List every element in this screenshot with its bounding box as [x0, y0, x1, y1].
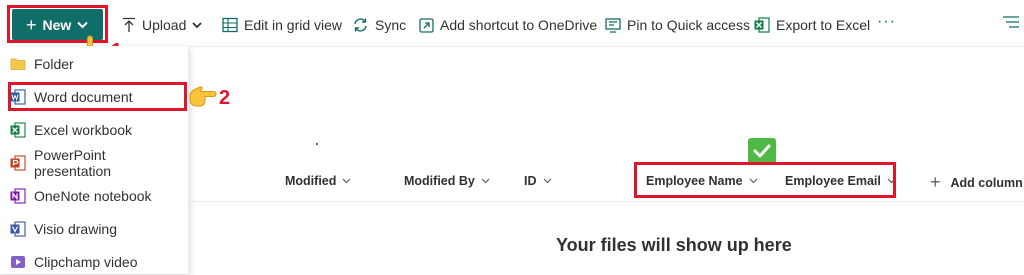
pin-icon	[605, 17, 621, 33]
highlight-word-document	[8, 82, 187, 111]
plus-icon: +	[930, 172, 941, 192]
chevron-down-icon	[481, 178, 490, 184]
menu-item-powerpoint[interactable]: PowerPoint presentation	[10, 147, 182, 179]
add-column-label: Add column	[950, 175, 1023, 190]
grid-icon	[222, 17, 238, 33]
edit-grid-button[interactable]: Edit in grid view	[222, 15, 342, 35]
column-label: ID	[524, 174, 537, 188]
visio-icon	[10, 221, 26, 237]
menu-item-label: OneNote notebook	[34, 188, 152, 204]
add-shortcut-label: Add shortcut to OneDrive	[440, 17, 598, 33]
excel-icon	[754, 17, 770, 33]
folder-icon	[10, 58, 26, 70]
menu-item-onenote[interactable]: OneNote notebook	[10, 183, 182, 209]
shortcut-icon	[419, 17, 434, 33]
column-header-id[interactable]: ID	[524, 172, 552, 190]
upload-icon	[123, 17, 135, 32]
view-options-icon[interactable]	[1003, 16, 1019, 28]
menu-item-clipchamp[interactable]: Clipchamp video	[10, 249, 182, 275]
excel-icon	[10, 122, 26, 138]
step-2-number: 2	[219, 87, 231, 109]
dot-marker	[316, 143, 318, 145]
column-label: Modified	[285, 174, 337, 188]
chevron-down-icon	[192, 21, 203, 28]
menu-item-label: Visio drawing	[34, 221, 118, 237]
menu-item-folder[interactable]: Folder	[10, 51, 182, 77]
edit-grid-label: Edit in grid view	[244, 17, 343, 33]
menu-item-label: Excel workbook	[34, 122, 133, 138]
sync-icon	[354, 18, 367, 32]
new-menu: Folder Word document Excel workbook Powe…	[0, 46, 189, 274]
check-mark-icon	[748, 138, 776, 164]
command-bar: + New Upload Edit in grid view Sync Add …	[0, 0, 1024, 47]
empty-state-title: Your files will show up here	[556, 235, 792, 255]
export-excel-button[interactable]: Export to Excel	[754, 15, 870, 35]
column-header-modified[interactable]: Modified	[285, 172, 351, 190]
add-column-button[interactable]: + Add column	[930, 172, 1023, 193]
header-divider	[190, 201, 1024, 202]
powerpoint-icon	[10, 155, 26, 171]
menu-item-label: Clipchamp video	[34, 254, 138, 270]
menu-item-label: PowerPoint presentation	[34, 147, 112, 179]
add-shortcut-button[interactable]: Add shortcut to OneDrive	[419, 15, 597, 35]
onenote-icon	[10, 188, 26, 204]
pin-quick-access-button[interactable]: Pin to Quick access	[605, 15, 750, 35]
export-label: Export to Excel	[776, 17, 871, 33]
menu-item-visio[interactable]: Visio drawing	[10, 216, 182, 242]
clipchamp-icon	[11, 256, 25, 268]
more-options-icon[interactable]: ···	[877, 13, 896, 31]
menu-item-label: Folder	[34, 56, 74, 72]
column-header-modified-by[interactable]: Modified By	[404, 172, 490, 190]
pointing-hand-icon	[189, 86, 217, 107]
pin-label: Pin to Quick access	[627, 17, 750, 33]
chevron-down-icon	[342, 178, 351, 184]
upload-label: Upload	[142, 17, 187, 33]
upload-button[interactable]: Upload	[122, 15, 203, 35]
highlight-employee-columns	[634, 162, 896, 198]
sync-label: Sync	[375, 17, 407, 33]
chevron-down-icon	[543, 178, 551, 184]
menu-item-excel[interactable]: Excel workbook	[10, 117, 182, 143]
column-label: Modified By	[404, 174, 475, 188]
sync-button[interactable]: Sync	[352, 15, 406, 35]
